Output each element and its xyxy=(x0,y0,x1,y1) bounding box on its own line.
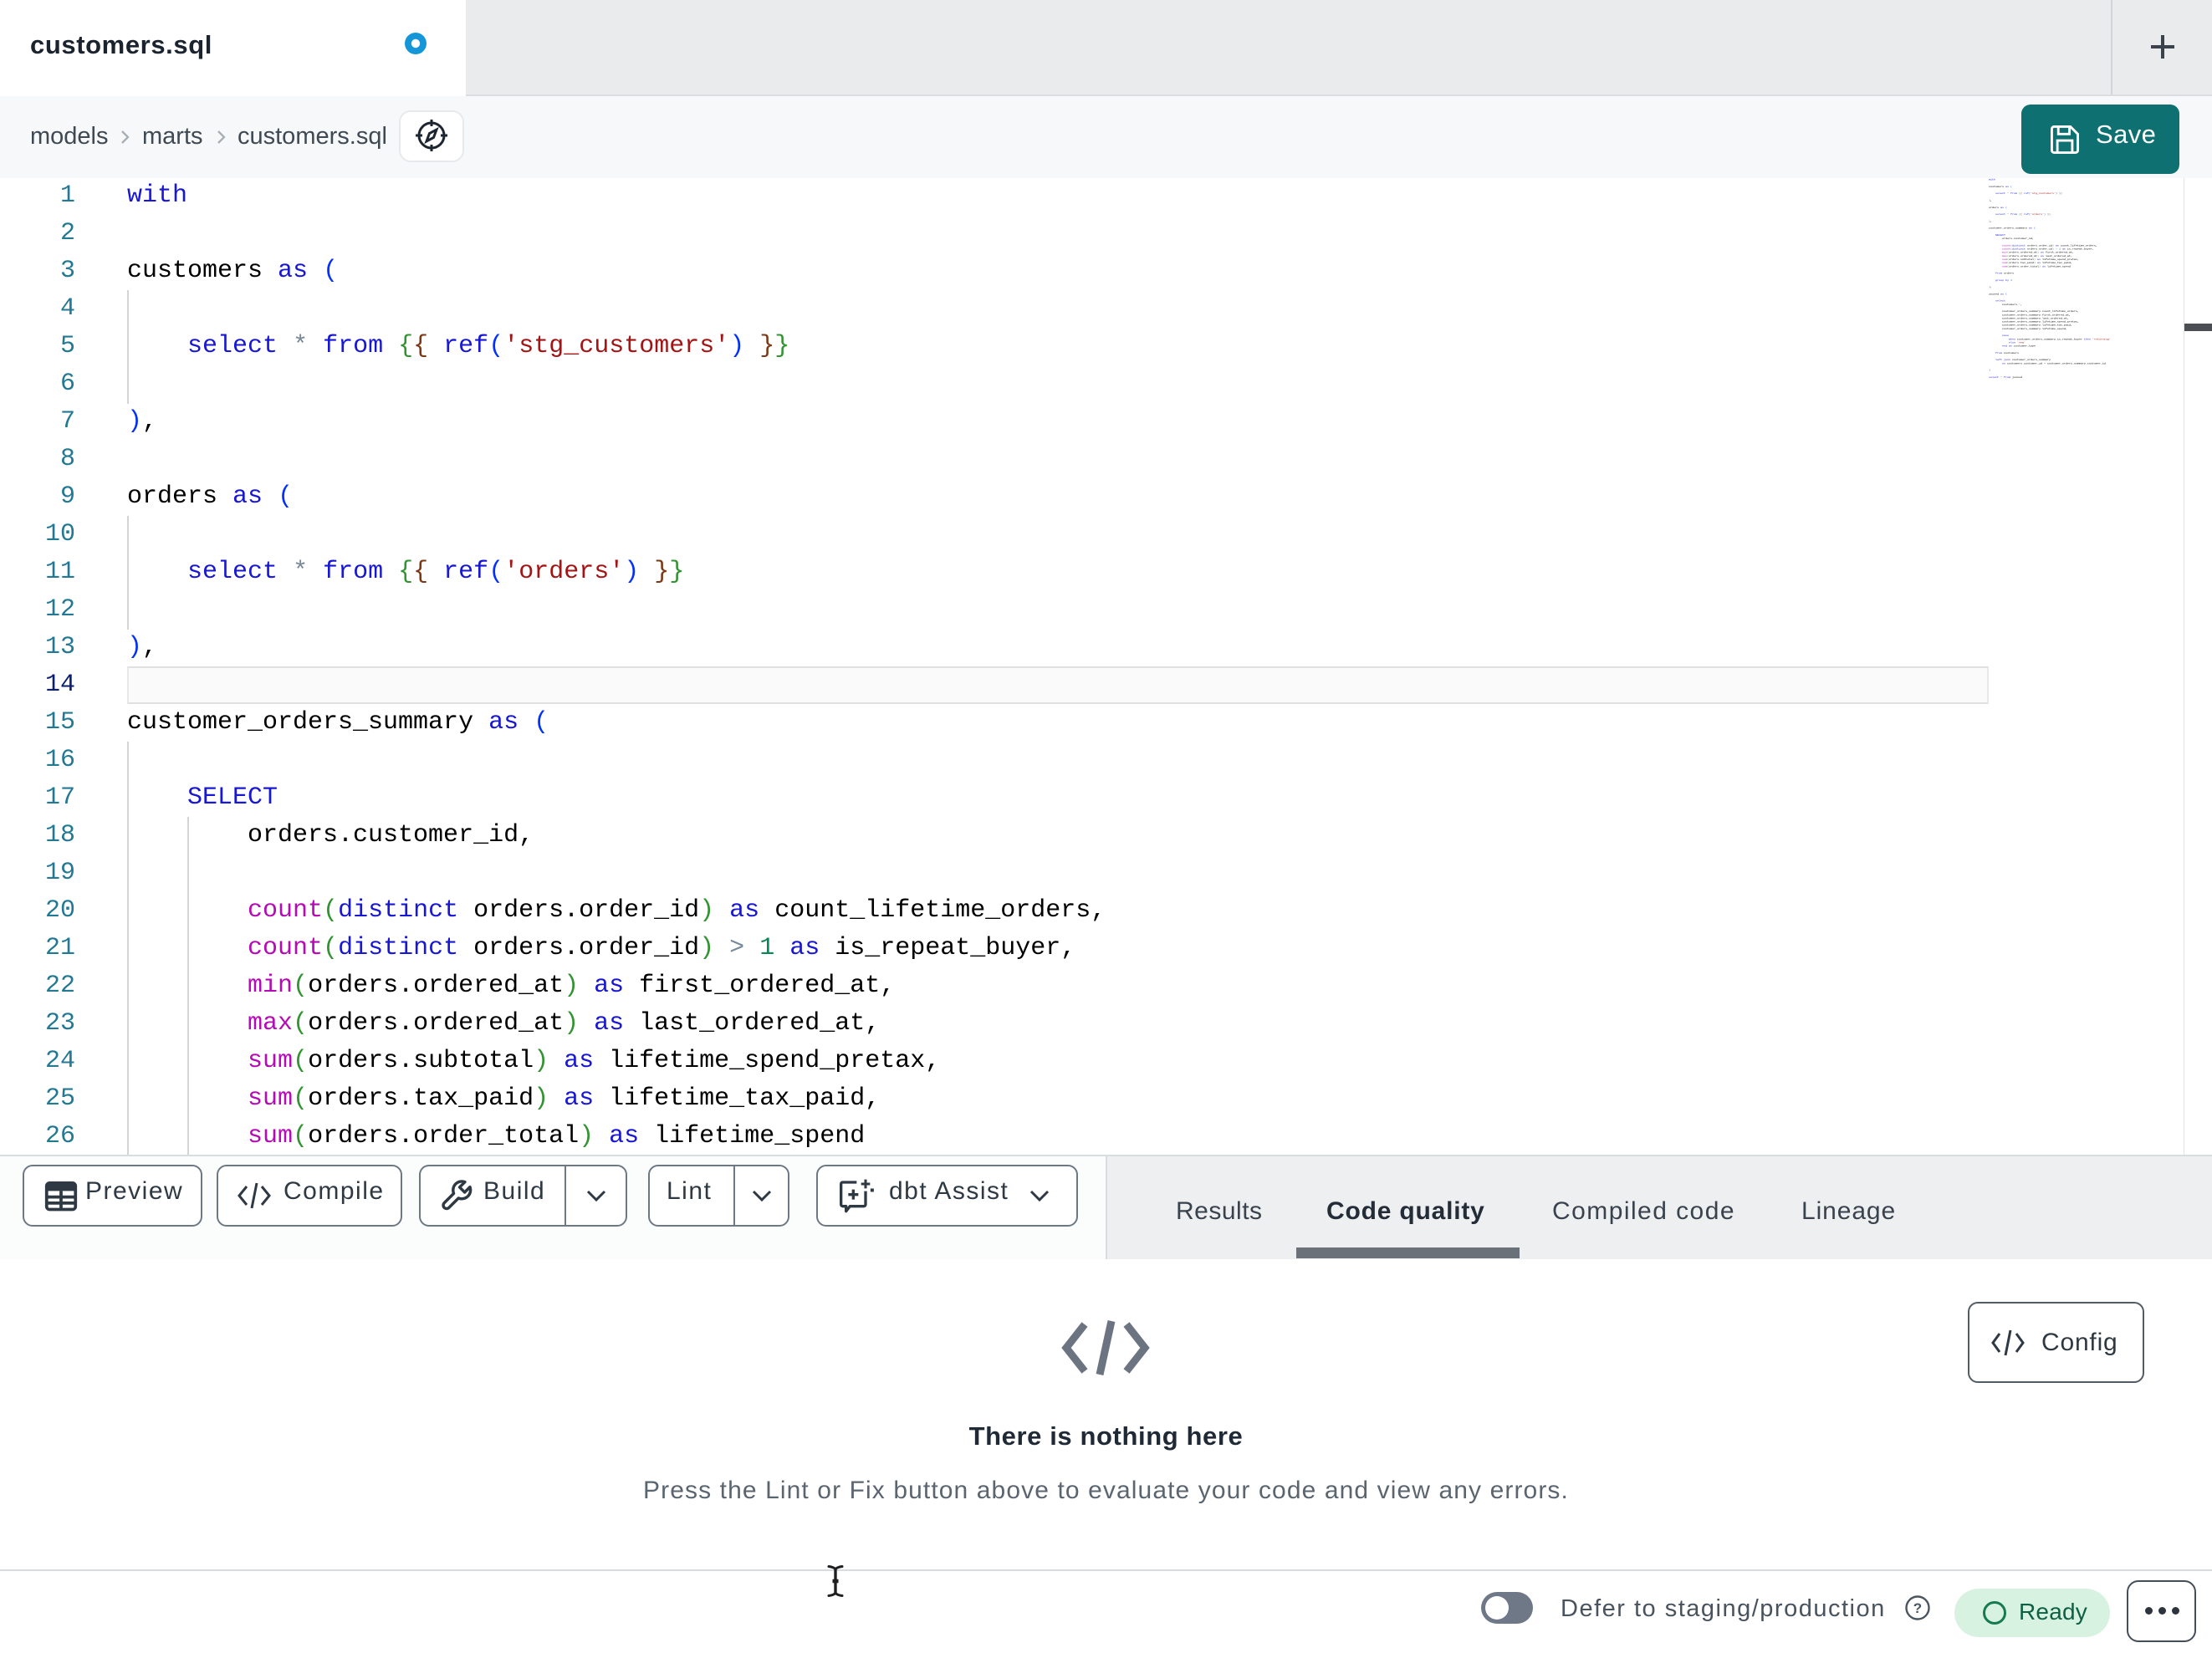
svg-text:?: ? xyxy=(1913,1600,1922,1616)
